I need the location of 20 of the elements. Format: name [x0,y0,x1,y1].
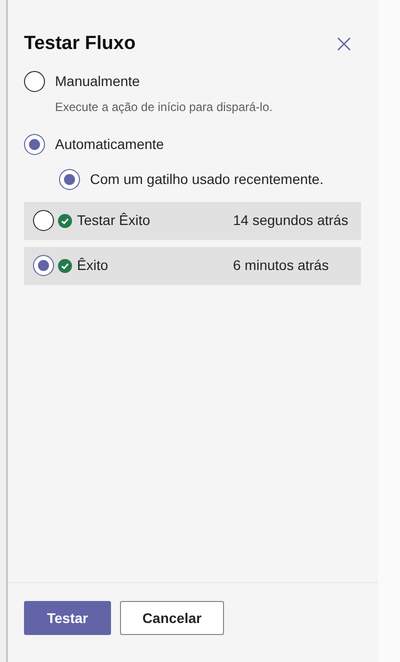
cancel-button[interactable]: Cancelar [120,601,224,635]
run-row[interactable]: Testar Êxito 14 segundos atrás [24,202,361,240]
option-description: Execute a ação de início para dispará-lo. [55,98,274,116]
option-label: Automaticamente [55,134,164,154]
option-label: Manualmente [55,72,140,90]
run-row[interactable]: Êxito 6 minutos atrás [24,246,361,284]
run-name: Êxito [77,256,110,275]
dialog-title: Testar Fluxo [24,32,136,56]
run-time: 6 minutos atrás [233,256,330,275]
success-check-icon [58,214,72,228]
run-time: 14 segundos atrás [233,211,350,230]
radio-button[interactable] [33,210,54,231]
success-check-icon [58,258,72,272]
radio-selected[interactable] [24,134,45,154]
option-label: Com um gatilho usado recentemente. [90,170,324,189]
test-button[interactable]: Testar [24,601,111,635]
radio-selected[interactable] [59,168,80,190]
run-name: Testar Êxito [77,211,152,230]
radio-button[interactable] [24,70,45,92]
radio-selected[interactable] [33,255,54,276]
